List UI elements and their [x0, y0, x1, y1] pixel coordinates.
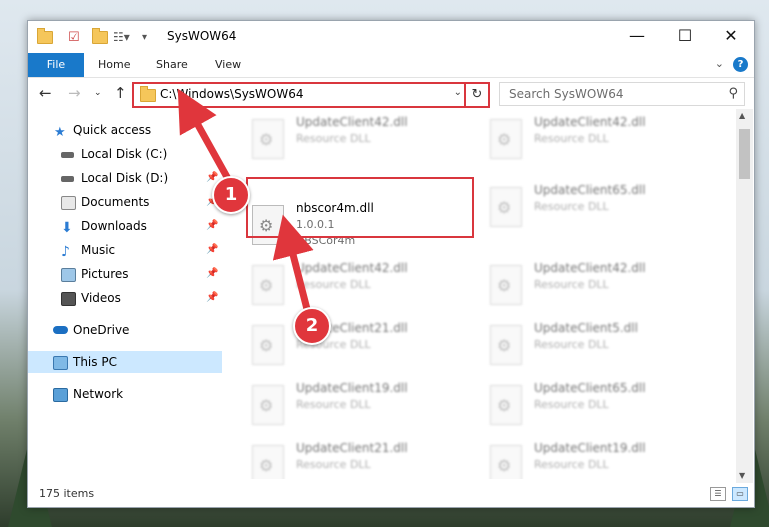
arrow-to-address-bar — [177, 88, 236, 190]
arrow-to-file — [272, 214, 314, 317]
step-1-badge: 1 — [212, 176, 250, 214]
step-2-badge: 2 — [293, 307, 331, 345]
annotation-arrows — [177, 88, 314, 317]
